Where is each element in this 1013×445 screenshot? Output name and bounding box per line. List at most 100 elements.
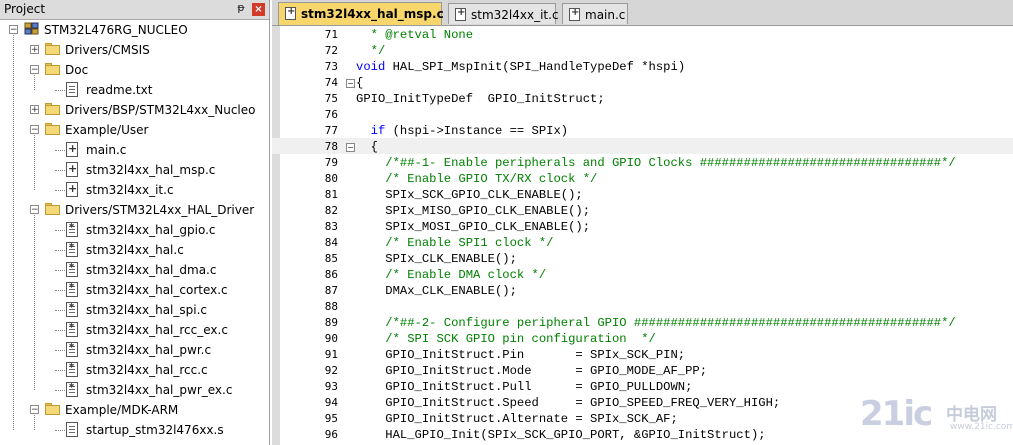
- line-number: 95: [324, 412, 338, 425]
- c-file-icon: [66, 342, 78, 357]
- tree-item[interactable]: − STM32L476RG_NUCLEO: [0, 20, 268, 40]
- tree-item[interactable]: stm32l4xx_hal_msp.c: [0, 160, 268, 180]
- line-number: 91: [324, 348, 338, 361]
- line-number: 87: [324, 284, 338, 297]
- collapse-icon[interactable]: −: [30, 125, 39, 135]
- code-line: GPIO_InitTypeDef GPIO_InitStruct;: [356, 91, 605, 107]
- tree-item[interactable]: − Doc: [0, 60, 268, 80]
- editor-tab-bar: stm32l4xx_hal_msp.c stm32l4xx_it.c main.c: [272, 0, 1013, 26]
- tree-item-label: stm32l4xx_hal_dma.c: [86, 263, 217, 277]
- tree-item[interactable]: stm32l4xx_hal_rcc.c: [0, 360, 268, 380]
- tree-item-label: Example/MDK-ARM: [65, 403, 179, 417]
- line-number: 96: [324, 428, 338, 441]
- code-comment: /* Enable DMA clock */: [356, 268, 547, 282]
- fold-toggle-icon[interactable]: −: [346, 79, 355, 88]
- code-text: DMAx_CLK_ENABLE();: [356, 284, 517, 298]
- code-text: GPIO_InitStruct.Alternate = SPIx_SCK_AF;: [356, 412, 678, 426]
- watermark-domain: www.21ic.com: [950, 422, 1013, 432]
- tree-item-label: stm32l4xx_it.c: [86, 183, 174, 197]
- tree-item[interactable]: stm32l4xx_it.c: [0, 180, 268, 200]
- code-line: {: [356, 75, 363, 91]
- tree-item[interactable]: stm32l4xx_hal_spi.c: [0, 300, 268, 320]
- code-keyword: if: [370, 124, 386, 138]
- c-file-icon: [285, 6, 296, 20]
- tree-item-label: stm32l4xx_hal_gpio.c: [86, 223, 216, 237]
- tree-item-label: stm32l4xx_hal_pwr_ex.c: [86, 383, 233, 397]
- tree-item[interactable]: stm32l4xx_hal_cortex.c: [0, 280, 268, 300]
- tree-item-label: stm32l4xx_hal_pwr.c: [86, 343, 212, 357]
- collapse-icon[interactable]: −: [30, 405, 39, 415]
- code-keyword: void: [356, 60, 386, 74]
- folder-icon: [45, 203, 61, 215]
- line-number: 86: [324, 268, 338, 281]
- tree-item-label: stm32l4xx_hal_spi.c: [86, 303, 207, 317]
- code-line: */: [356, 43, 386, 59]
- tree-item[interactable]: stm32l4xx_hal_rcc_ex.c: [0, 320, 268, 340]
- line-number: 75: [324, 92, 338, 105]
- tree-item[interactable]: + Drivers/BSP/STM32L4xx_Nucleo: [0, 100, 268, 120]
- tree-item-label: main.c: [86, 143, 127, 157]
- line-number: 85: [324, 252, 338, 265]
- line-number: 92: [324, 364, 338, 377]
- tree-item[interactable]: stm32l4xx_hal_pwr.c: [0, 340, 268, 360]
- collapse-icon[interactable]: −: [30, 65, 39, 75]
- expand-icon[interactable]: +: [30, 45, 39, 55]
- line-number: 72: [324, 44, 338, 57]
- code-line: * @retval None: [356, 27, 473, 43]
- code-line: /* SPI SCK GPIO pin configuration */: [356, 331, 656, 347]
- line-number: 84: [324, 236, 338, 249]
- code-line: SPIx_MOSI_GPIO_CLK_ENABLE();: [356, 219, 590, 235]
- code-line: GPIO_InitStruct.Pull = GPIO_PULLDOWN;: [356, 379, 692, 395]
- folder-icon: [45, 123, 61, 135]
- c-file-icon: [66, 322, 78, 337]
- line-number: 81: [324, 188, 338, 201]
- tree-item[interactable]: startup_stm32l476xx.s: [0, 420, 268, 440]
- line-number: 79: [324, 156, 338, 169]
- expand-icon[interactable]: +: [30, 105, 39, 115]
- tree-item-label: readme.txt: [86, 83, 153, 97]
- tree-item[interactable]: stm32l4xx_hal_gpio.c: [0, 220, 268, 240]
- line-number: 93: [324, 380, 338, 393]
- c-file-icon: [66, 222, 78, 237]
- code-line: SPIx_CLK_ENABLE();: [356, 251, 517, 267]
- tree-item[interactable]: − Example/User: [0, 120, 268, 140]
- tree-connector: [13, 35, 14, 430]
- c-file-icon: [66, 362, 78, 377]
- tree-item-label: stm32l4xx_hal_msp.c: [86, 163, 216, 177]
- editor-tab[interactable]: main.c: [562, 3, 628, 24]
- tree-item-label: stm32l4xx_hal_rcc_ex.c: [86, 323, 228, 337]
- current-line-highlight: [272, 138, 1013, 154]
- tree-item[interactable]: − Drivers/STM32L4xx_HAL_Driver: [0, 200, 268, 220]
- code-line: GPIO_InitStruct.Alternate = SPIx_SCK_AF;: [356, 411, 678, 427]
- collapse-icon[interactable]: −: [9, 25, 18, 35]
- pin-icon[interactable]: ᵽ: [234, 1, 248, 17]
- tree-connector: [34, 215, 35, 390]
- code-comment: /* Enable SPI1 clock */: [356, 236, 554, 250]
- close-icon[interactable]: ×: [252, 3, 265, 16]
- fold-toggle-icon[interactable]: −: [346, 143, 355, 152]
- text-file-icon: [66, 422, 78, 437]
- tree-item[interactable]: main.c: [0, 140, 268, 160]
- line-number: 83: [324, 220, 338, 233]
- tree-item[interactable]: readme.txt: [0, 80, 268, 100]
- editor-tab-label: main.c: [585, 8, 626, 22]
- c-file-icon: [66, 182, 78, 197]
- editor-tab[interactable]: stm32l4xx_hal_msp.c: [278, 2, 444, 25]
- line-number: 71: [324, 28, 338, 41]
- tree-item[interactable]: stm32l4xx_hal.c: [0, 240, 268, 260]
- tree-item-label: Drivers/BSP/STM32L4xx_Nucleo: [65, 103, 256, 117]
- code-text: GPIO_InitStruct.Speed = GPIO_SPEED_FREQ_…: [356, 396, 781, 410]
- tree-item[interactable]: stm32l4xx_hal_dma.c: [0, 260, 268, 280]
- line-number: 88: [324, 300, 338, 313]
- code-text: (hspi->Instance == SPIx): [385, 124, 569, 138]
- c-file-icon: [66, 302, 78, 317]
- line-number: 89: [324, 316, 338, 329]
- c-file-icon: [66, 282, 78, 297]
- collapse-icon[interactable]: −: [30, 205, 39, 215]
- tree-item[interactable]: stm32l4xx_hal_pwr_ex.c: [0, 380, 268, 400]
- tree-item[interactable]: − Example/MDK-ARM: [0, 400, 268, 420]
- editor-tab[interactable]: stm32l4xx_it.c: [448, 3, 559, 24]
- project-icon: [24, 22, 40, 36]
- editor-tab-label: stm32l4xx_it.c: [471, 8, 559, 22]
- tree-item[interactable]: + Drivers/CMSIS: [0, 40, 268, 60]
